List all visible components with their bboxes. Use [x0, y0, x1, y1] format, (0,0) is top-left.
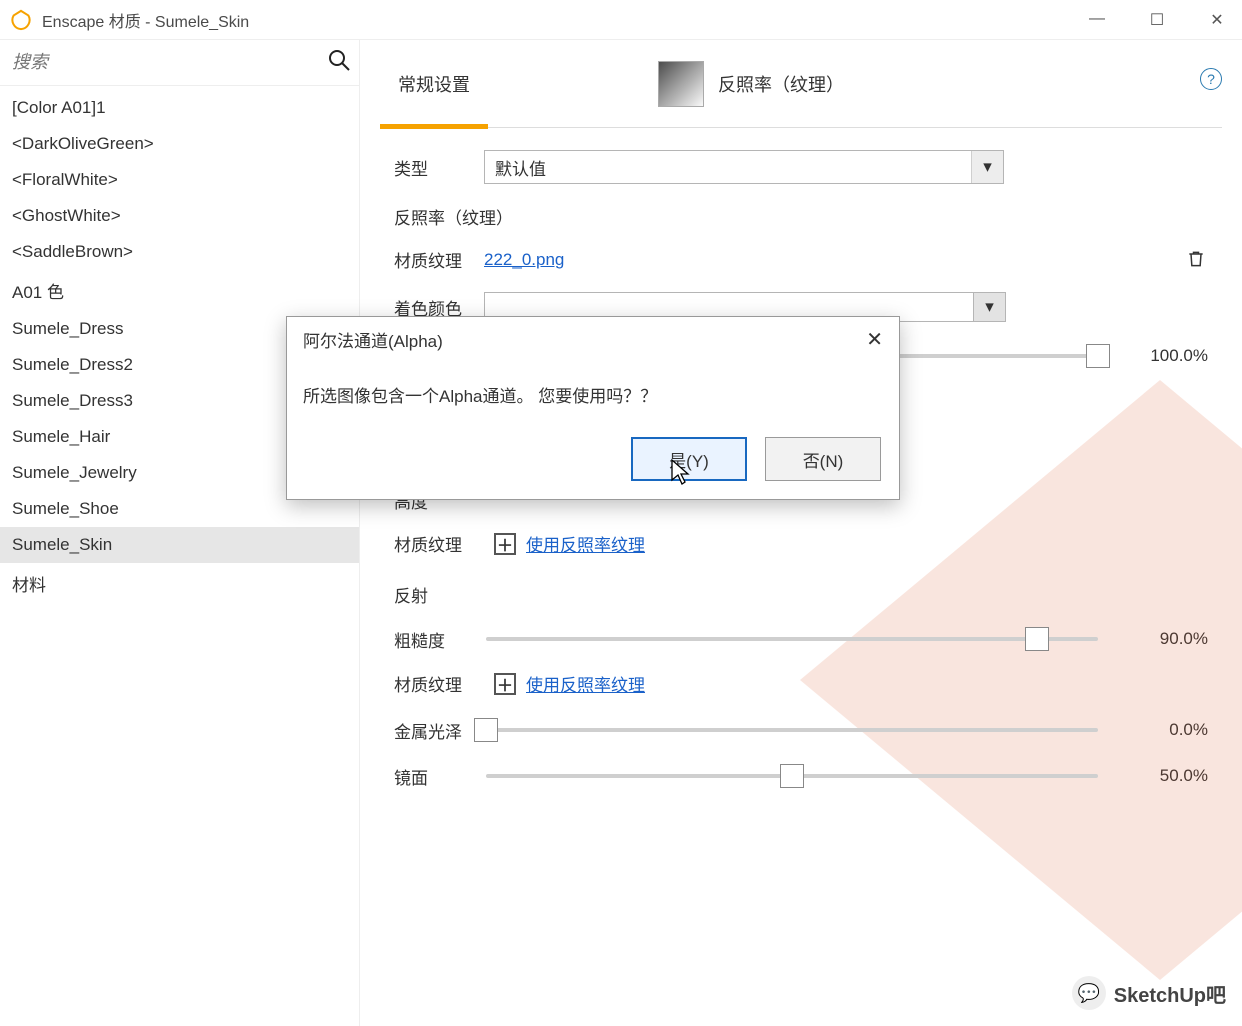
list-item[interactable]: 材料	[0, 563, 359, 604]
albedo-swatch[interactable]	[658, 61, 704, 107]
list-item[interactable]: A01 色	[0, 270, 359, 311]
list-item[interactable]: <SaddleBrown>	[0, 234, 359, 270]
list-item[interactable]: <DarkOliveGreen>	[0, 126, 359, 162]
window-title: Enscape 材质 - Sumele_Skin	[42, 8, 249, 32]
material-sidebar: [Color A01]1<DarkOliveGreen><FloralWhite…	[0, 40, 360, 1026]
trash-icon[interactable]	[1186, 249, 1208, 271]
maximize-button[interactable]: ☐	[1142, 10, 1172, 30]
height-texture-label: 材质纹理	[394, 531, 484, 556]
alpha-dialog: 阿尔法通道(Alpha) ✕ 所选图像包含一个Alpha通道。 您要使用吗？？ …	[286, 316, 900, 500]
add-reflect-texture-button[interactable]: ＋	[494, 673, 516, 695]
list-item[interactable]: [Color A01]1	[0, 90, 359, 126]
tab-general[interactable]: 常规设置	[380, 40, 488, 128]
titlebar: Enscape 材质 - Sumele_Skin — ☐ ✕	[0, 0, 1242, 40]
search-icon[interactable]	[327, 48, 351, 78]
metal-label: 金属光泽	[394, 718, 486, 743]
material-list: [Color A01]1<DarkOliveGreen><FloralWhite…	[0, 86, 359, 1026]
help-icon[interactable]: ?	[1200, 68, 1222, 90]
reflect-use-albedo-link[interactable]: 使用反照率纹理	[526, 671, 645, 696]
type-value: 默认值	[495, 155, 546, 180]
type-label: 类型	[394, 155, 484, 180]
dialog-close-button[interactable]: ✕	[866, 327, 883, 352]
mirror-slider[interactable]	[486, 762, 1098, 790]
cursor-icon	[670, 458, 692, 486]
watermark: 💬 SketchUp吧	[1072, 976, 1226, 1010]
height-use-albedo-link[interactable]: 使用反照率纹理	[526, 531, 645, 556]
list-item[interactable]: Sumele_Skin	[0, 527, 359, 563]
roughness-label: 粗糙度	[394, 627, 486, 652]
dialog-message: 所选图像包含一个Alpha通道。 您要使用吗？？	[287, 362, 899, 437]
tabs: 常规设置 反照率（纹理） ?	[380, 40, 1222, 128]
minimize-button[interactable]: —	[1082, 10, 1112, 30]
material-editor: 常规设置 反照率（纹理） ? 类型 默认值 ▾ 反照率（纹理） 材质纹理 222…	[360, 40, 1242, 1026]
list-item[interactable]: <FloralWhite>	[0, 162, 359, 198]
reflect-texture-label: 材质纹理	[394, 671, 484, 696]
search-input[interactable]	[8, 46, 327, 79]
chevron-down-icon: ▾	[971, 151, 1003, 183]
dialog-no-button[interactable]: 否(N)	[765, 437, 881, 481]
enscape-logo-icon	[10, 9, 32, 31]
tint-dropdown[interactable]: ▾	[974, 292, 1006, 322]
mirror-label: 镜面	[394, 764, 486, 789]
roughness-slider[interactable]	[486, 625, 1098, 653]
add-height-texture-button[interactable]: ＋	[494, 533, 516, 555]
close-button[interactable]: ✕	[1202, 10, 1232, 30]
dialog-title: 阿尔法通道(Alpha)	[303, 327, 443, 352]
wechat-icon: 💬	[1072, 976, 1106, 1010]
metal-slider[interactable]	[486, 716, 1098, 744]
type-select[interactable]: 默认值 ▾	[484, 150, 1004, 184]
albedo-texture-label: 材质纹理	[394, 247, 484, 272]
albedo-section-title: 反照率（纹理）	[394, 204, 1208, 229]
albedo-texture-link[interactable]: 222_0.png	[484, 250, 564, 270]
tab-albedo[interactable]: 反照率（纹理）	[718, 40, 862, 128]
opacity-value: 100.0%	[1118, 346, 1208, 366]
list-item[interactable]: <GhostWhite>	[0, 198, 359, 234]
